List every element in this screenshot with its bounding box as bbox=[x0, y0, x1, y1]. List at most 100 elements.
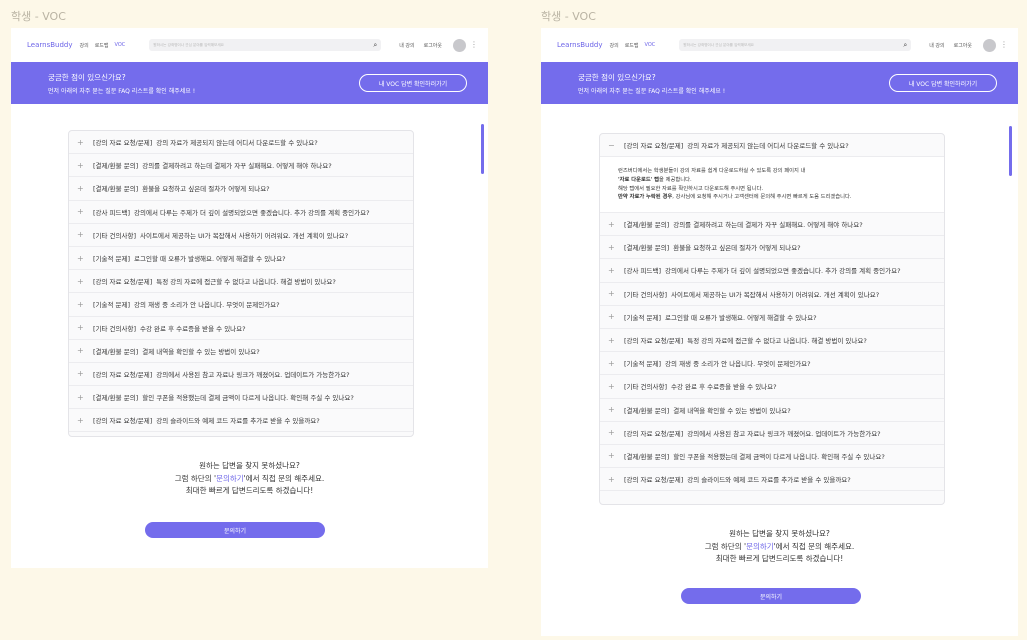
faq-item[interactable]: + [기타 건의사항] 수강 완료 후 수료증을 받을 수 있나요? bbox=[600, 375, 944, 399]
faq-item[interactable]: + [강의 자료 요청/문제] 강의 슬라이드와 예제 코드 자료를 추가로 받을 … bbox=[69, 409, 413, 433]
avatar[interactable] bbox=[983, 38, 996, 52]
faq-item[interactable]: + [결제/환불 문의] 환불을 요청하고 싶은데 절차가 어떻게 되나요? bbox=[69, 177, 413, 201]
faq-question: 수강 완료 후 수료증을 받을 수 있나요? bbox=[140, 324, 246, 333]
faq-item[interactable]: + [결제/환불 문의] 강의를 결제하려고 하는데 결제가 자꾸 실패해요. 어떻… bbox=[600, 213, 944, 237]
faq-question: 강의에서 사용된 참고 자료나 링크가 깨졌어요. 업데이트가 가능한가요? bbox=[687, 429, 881, 438]
expand-icon[interactable]: + bbox=[77, 138, 88, 147]
expand-icon[interactable]: + bbox=[608, 266, 619, 275]
faq-item[interactable]: + [기술적 문제] 강의 재생 중 소리가 안 나옵니다. 무엇이 문제인가요? bbox=[69, 293, 413, 317]
expand-icon[interactable]: + bbox=[77, 416, 88, 425]
nav-courses[interactable]: 강의 bbox=[79, 42, 88, 49]
more-menu-icon[interactable]: ⋮ bbox=[1000, 41, 1008, 49]
faq-item[interactable]: + [강의 자료 요청/문제] 강의 슬라이드와 예제 코드 자료를 추가로 받을 … bbox=[600, 468, 944, 492]
faq-item[interactable]: + [결제/환불 문의] 결제 내역을 확인할 수 있는 방법이 있나요? bbox=[600, 399, 944, 422]
expand-icon[interactable]: + bbox=[608, 405, 619, 414]
faq-question: 할인 쿠폰을 적용했는데 결제 금액이 다르게 나옵니다. 확인해 주실 수 있… bbox=[142, 394, 354, 403]
collapse-icon[interactable]: − bbox=[608, 141, 619, 150]
faq-item[interactable]: + [기술적 문제] 로그인할 때 오류가 발생해요. 어떻게 해결할 수 있나요? bbox=[69, 247, 413, 271]
faq-item[interactable]: + [기술적 문제] 강의 재생 중 소리가 안 나옵니다. 무엇이 문제인가요? bbox=[600, 352, 944, 376]
faq-item[interactable]: + [결제/환불 문의] 할인 쿠폰을 적용했는데 결제 금액이 다르게 나옵니다.… bbox=[600, 445, 944, 469]
faq-category: [강의 자료 요청/문제] bbox=[93, 139, 153, 148]
faq-question: 특정 강의 자료에 접근할 수 없다고 나옵니다. 해결 방법이 있나요? bbox=[156, 278, 336, 287]
faq-category: [기타 건의사항] bbox=[624, 383, 668, 392]
expand-icon[interactable]: + bbox=[608, 475, 619, 484]
faq-item[interactable]: + [강사 피드백] 강의에서 다루는 주제가 더 깊이 설명되었으면 좋겠습니다.… bbox=[600, 259, 944, 283]
faq-item[interactable]: + [강사 피드백] 강의에서 다루는 주제가 더 깊이 설명되었으면 좋겠습니다.… bbox=[69, 201, 413, 224]
expand-icon[interactable]: + bbox=[77, 207, 88, 216]
nav-voc[interactable]: VOC bbox=[645, 42, 656, 48]
nav-roadmap[interactable]: 로드맵 bbox=[95, 42, 109, 49]
search-placeholder: 원하시는 강좌명이나 관심 분야를 입력해보세요 bbox=[683, 42, 754, 47]
avatar[interactable] bbox=[453, 38, 466, 52]
scrollbar[interactable] bbox=[1009, 126, 1012, 176]
faq-item[interactable]: + [결제/환불 문의] 할인 쿠폰을 적용했는데 결제 금액이 다르게 나옵니다.… bbox=[69, 386, 413, 410]
voc-page-collapsed: LearnsBuddy 강의 로드맵 VOC 원하시는 강좌명이나 관심 분야를… bbox=[11, 28, 488, 568]
expand-icon[interactable]: + bbox=[77, 230, 88, 239]
faq-category: [기술적 문제] bbox=[93, 255, 131, 264]
expand-icon[interactable]: + bbox=[77, 369, 88, 378]
expand-icon[interactable]: + bbox=[608, 243, 619, 252]
nav-logout[interactable]: 로그아웃 bbox=[424, 42, 442, 49]
expand-icon[interactable]: + bbox=[608, 336, 619, 345]
expand-icon[interactable]: + bbox=[608, 382, 619, 391]
faq-item[interactable]: + [결제/환불 문의] 결제 내역을 확인할 수 있는 방법이 있나요? bbox=[69, 340, 413, 363]
faq-item[interactable]: + [강의 자료 요청/문제] 특정 강의 자료에 접근할 수 없다고 나옵니다. … bbox=[600, 329, 944, 353]
faq-item[interactable]: + [강의 자료 요청/문제] 강의에서 사용된 참고 자료나 링크가 깨졌어요. … bbox=[600, 422, 944, 445]
search-icon[interactable]: ⌕ bbox=[373, 41, 377, 50]
expand-icon[interactable]: + bbox=[77, 254, 88, 263]
faq-item[interactable]: + [강의 자료 요청/문제] 특정 강의 자료에 접근할 수 없다고 나옵니다. … bbox=[69, 270, 413, 294]
expand-icon[interactable]: + bbox=[77, 184, 88, 193]
expand-icon[interactable]: + bbox=[77, 346, 88, 355]
faq-item[interactable]: + [강의 자료 요청/문제] 강의 자료가 제공되지 않는데 어디서 다운로드할 … bbox=[69, 131, 413, 155]
scrollbar[interactable] bbox=[481, 124, 484, 174]
faq-item[interactable]: − [강의 자료 요청/문제] 강의 자료가 제공되지 않는데 어디서 다운로드할 … bbox=[600, 134, 944, 158]
expand-icon[interactable]: + bbox=[77, 277, 88, 286]
search-icon[interactable]: ⌕ bbox=[903, 41, 907, 50]
faq-category: [결제/환불 문의] bbox=[93, 162, 139, 171]
faq-answer: 런즈버디에서는 학생분들이 강의 자료를 쉽게 다운로드하실 수 있도록 강의 … bbox=[600, 157, 944, 213]
inquiry-button[interactable]: 문의하기 bbox=[145, 522, 325, 538]
my-voc-button[interactable]: 내 VOC 답변 확인하러가기 bbox=[359, 74, 467, 92]
faq-item[interactable]: + [기술적 문제] 로그인할 때 오류가 발생해요. 어떻게 해결할 수 있나요? bbox=[600, 306, 944, 329]
faq-category: [결제/환불 문의] bbox=[93, 185, 139, 194]
expand-icon[interactable]: + bbox=[608, 451, 619, 460]
faq-item[interactable]: + [기타 건의사항] 수강 완료 후 수료증을 받을 수 있나요? bbox=[69, 317, 413, 340]
expand-icon[interactable]: + bbox=[608, 428, 619, 437]
faq-category: [강의 자료 요청/문제] bbox=[93, 370, 153, 379]
nav-voc[interactable]: VOC bbox=[115, 42, 126, 48]
faq-item[interactable]: + [기타 건의사항] 사이트에서 제공하는 UI가 복잡해서 사용하기 어려워요.… bbox=[69, 224, 413, 247]
expand-icon[interactable]: + bbox=[608, 289, 619, 298]
faq-category: [강의 자료 요청/문제] bbox=[624, 337, 684, 346]
banner-subtitle: 먼저 아래의 자주 묻는 질문 FAQ 리스트를 확인 해주세요 ! bbox=[578, 87, 726, 95]
expand-icon[interactable]: + bbox=[77, 161, 88, 170]
faq-question: 결제 내역을 확인할 수 있는 방법이 있나요? bbox=[142, 347, 260, 356]
inquiry-button[interactable]: 문의하기 bbox=[681, 588, 861, 604]
nav-logout[interactable]: 로그아웃 bbox=[954, 42, 972, 49]
logo[interactable]: LearnsBuddy bbox=[27, 41, 72, 49]
nav-courses[interactable]: 강의 bbox=[609, 42, 618, 49]
expand-icon[interactable]: + bbox=[608, 312, 619, 321]
expand-icon[interactable]: + bbox=[77, 393, 88, 402]
faq-question: 강의 슬라이드와 예제 코드 자료를 추가로 받을 수 있을까요? bbox=[687, 476, 851, 485]
search-input[interactable]: 원하시는 강좌명이나 관심 분야를 입력해보세요 ⌕ bbox=[149, 39, 382, 51]
logo[interactable]: LearnsBuddy bbox=[557, 41, 602, 49]
expand-icon[interactable]: + bbox=[608, 359, 619, 368]
help-text: 원하는 답변을 찾지 못하셨나요? 그럼 하단의 '문의하기'에서 직접 문의 … bbox=[11, 460, 488, 498]
expand-icon[interactable]: + bbox=[77, 323, 88, 332]
search-input[interactable]: 원하시는 강좌명이나 관심 분야를 입력해보세요 ⌕ bbox=[679, 39, 912, 51]
expand-icon[interactable]: + bbox=[608, 220, 619, 229]
faq-question: 사이트에서 제공하는 UI가 복잡해서 사용하기 어려워요. 개선 계획이 있나… bbox=[671, 290, 880, 299]
faq-item[interactable]: + [결제/환불 문의] 환불을 요청하고 싶은데 절차가 어떻게 되나요? bbox=[600, 236, 944, 260]
my-voc-button[interactable]: 내 VOC 답변 확인하러가기 bbox=[889, 74, 997, 92]
nav-roadmap[interactable]: 로드맵 bbox=[625, 42, 639, 49]
faq-item[interactable]: + [강의 자료 요청/문제] 강의에서 사용된 참고 자료나 링크가 깨졌어요. … bbox=[69, 363, 413, 387]
expand-icon[interactable]: + bbox=[77, 300, 88, 309]
inquiry-link[interactable]: 문의하기 bbox=[216, 474, 244, 483]
inquiry-link[interactable]: 문의하기 bbox=[746, 542, 774, 551]
more-menu-icon[interactable]: ⋮ bbox=[470, 41, 478, 49]
help-line-1: 원하는 답변을 찾지 못하셨나요? bbox=[199, 461, 300, 470]
nav-my-courses[interactable]: 내 강의 bbox=[929, 42, 944, 49]
faq-item[interactable]: + [결제/환불 문의] 강의를 결제하려고 하는데 결제가 자꾸 실패해요. 어떻… bbox=[69, 154, 413, 178]
nav-my-courses[interactable]: 내 강의 bbox=[399, 42, 414, 49]
faq-item[interactable]: + [기타 건의사항] 사이트에서 제공하는 UI가 복잡해서 사용하기 어려워요.… bbox=[600, 283, 944, 306]
